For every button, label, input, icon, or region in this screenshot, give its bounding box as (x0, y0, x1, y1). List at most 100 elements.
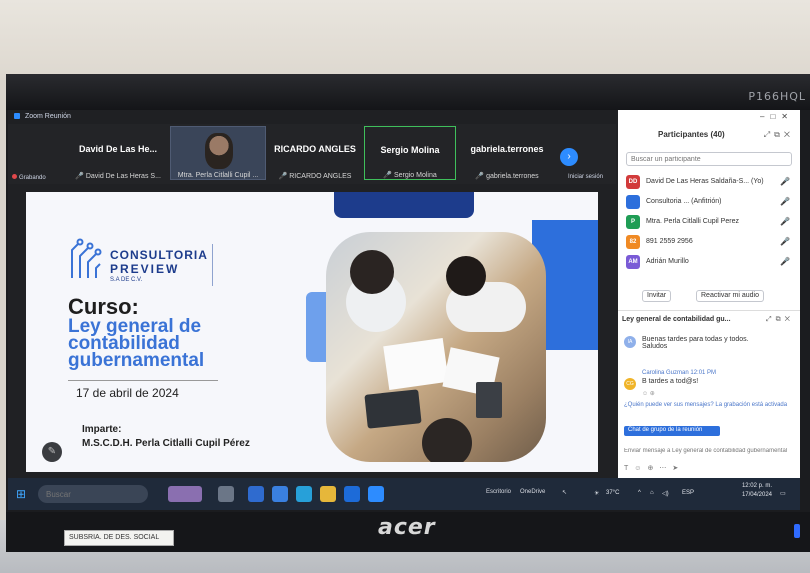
close-chat-icon[interactable]: ✕ (785, 316, 794, 323)
temperature[interactable]: 37°C (606, 490, 619, 496)
file-explorer-icon[interactable] (320, 486, 336, 502)
tile-caption: Mtra. Perla Citlalli Cupil ... (177, 172, 259, 179)
next-page-chevron-icon[interactable]: › (560, 148, 578, 166)
participant-tile[interactable]: gabriela.terrones 🎤 gabriela.terrones (460, 126, 554, 180)
chat-message: Carolina Guzman 12:01 PM CG B tardes a t… (624, 370, 794, 398)
desktop-label[interactable]: Escritorio (486, 489, 511, 495)
chat-title: Ley general de contabilidad gu... (622, 316, 731, 323)
reaction-icons[interactable]: ☺ ⊕ (642, 390, 655, 397)
mic-icon[interactable]: 🎤 (780, 217, 790, 226)
widget-icon[interactable] (168, 486, 202, 502)
participant-row[interactable]: P Mtra. Perla Citlalli Cupil Perez 🎤 (622, 212, 794, 232)
mic-muted-icon[interactable]: 🎤 (780, 257, 790, 266)
taskbar-clock[interactable]: 12:02 p. m. 17/04/2024 (742, 482, 772, 500)
participant-name: David De Las Heras Saldaña-S... (Yo) (646, 178, 764, 185)
tile-name: RICARDO ANGLES (274, 144, 356, 154)
tile-caption-text: RICARDO ANGLES (289, 173, 352, 180)
slide-course-title: Ley general de contabilidad gubernamenta… (68, 316, 205, 371)
participant-row[interactable]: DD David De Las Heras Saldaña-S... (Yo) … (622, 172, 794, 192)
recording-indicator: Grabando (12, 174, 46, 181)
more-icon[interactable]: ⋯ (659, 465, 672, 472)
participant-strip: David De Las He... 🎤 David De Las Heras S… (8, 124, 616, 184)
reactivate-audio-button[interactable]: Reactivar mi audio (696, 290, 764, 302)
participant-name: 891 2559 2956 (646, 238, 693, 245)
mic-muted-icon[interactable]: 🎤 (780, 177, 790, 186)
network-icon[interactable]: ⌂ (650, 490, 654, 496)
divider (68, 380, 218, 381)
participant-row[interactable]: 82 891 2559 2956 🎤 (622, 232, 794, 252)
side-panel: –□✕ Participantes (40) ⤢⧉✕ DD David De L… (618, 110, 800, 478)
store-icon[interactable] (248, 486, 264, 502)
monitor-sticker: SUBSRIA. DE DES. SOCIAL (64, 530, 174, 546)
task-view-icon[interactable] (218, 486, 234, 502)
participant-search-input[interactable] (626, 152, 792, 166)
window-title: Zoom Reunión (24, 113, 71, 120)
edge-icon[interactable] (296, 486, 312, 502)
mic-muted-icon[interactable]: 🎤 (780, 237, 790, 246)
record-dot-icon (12, 174, 17, 179)
participant-tile[interactable]: David De Las He... 🎤 David De Las Heras S… (68, 126, 168, 180)
windows-taskbar: ⊞ Escritorio OneDrive ↖ ☀ 37°C ^ ⌂ ◁) ES… (8, 478, 800, 510)
participant-row[interactable]: AM Adrián Murillo 🎤 (622, 252, 794, 272)
taskbar-search-input[interactable] (38, 485, 148, 503)
notification-icon[interactable]: ▭ (780, 490, 786, 497)
participant-tile[interactable]: RICARDO ANGLES 🎤 RICARDO ANGLES (270, 126, 360, 180)
mic-muted-icon: 🎤 (75, 173, 84, 180)
mail-icon[interactable] (272, 486, 288, 502)
logo-divider (212, 244, 213, 286)
expand-icon[interactable]: ⤢ (764, 130, 774, 139)
invite-button[interactable]: Invitar (642, 290, 672, 302)
close-panel-icon[interactable]: ✕ (784, 130, 794, 139)
popout-icon[interactable]: ⧉ (774, 130, 784, 139)
participant-name: Consultoria ... (Anfitrión) (646, 198, 722, 205)
logo-subtext: S.A DE C.V. (110, 277, 143, 283)
tile-caption-text: David De Las Heras S... (85, 173, 161, 180)
participant-tile-speaking[interactable]: Sergio Molina 🎤 Sergio Molina (364, 126, 456, 180)
mic-muted-icon[interactable]: 🎤 (780, 197, 790, 206)
screen: Zoom Reunión David De Las He... 🎤 David D… (8, 110, 800, 510)
participants-title: Participantes (40) (658, 130, 725, 139)
annotate-pen-icon[interactable]: ✎ (42, 442, 62, 462)
zoom-taskbar-icon[interactable] (368, 486, 384, 502)
participant-tile-video[interactable]: Mtra. Perla Citlalli Cupil ... (170, 126, 266, 180)
tile-name: gabriela.terrones (470, 144, 544, 154)
chat-message-text: Buenas tardes para todas y todos. Saludo… (642, 336, 749, 350)
clock-date: 17/04/2024 (741, 492, 772, 498)
tile-caption: 🎤 RICARDO ANGLES (270, 172, 360, 180)
outlook-icon[interactable] (344, 486, 360, 502)
tray-chevron-icon[interactable]: ^ (638, 490, 641, 496)
maximize-icon[interactable]: □ (770, 112, 781, 121)
format-icon[interactable]: T (624, 465, 634, 472)
participant-video-face (205, 133, 233, 169)
room-wall (0, 0, 810, 80)
volume-icon[interactable]: ◁) (662, 490, 669, 497)
logo-text: CONSULTORIA (110, 248, 208, 262)
close-icon[interactable]: ✕ (781, 112, 794, 121)
monitor-brand-logo: acer (378, 515, 436, 540)
windows-start-icon[interactable]: ⊞ (16, 487, 30, 501)
language[interactable]: ESP (682, 490, 694, 496)
window-controls: –□✕ (760, 112, 794, 121)
participant-row[interactable]: Consultoria ... (Anfitrión) 🎤 (622, 192, 794, 212)
send-icon[interactable]: ➤ (672, 465, 684, 472)
attach-icon[interactable]: ⊕ (647, 465, 659, 472)
power-led-icon (794, 524, 800, 538)
shared-slide: CONSULTORIA PREVIEW S.A DE C.V. Curso: L… (26, 192, 598, 472)
emoji-icon[interactable]: ☺ (634, 465, 647, 472)
recording-label: Grabando (19, 175, 46, 181)
monitor-model-label: P166HQL (748, 90, 806, 103)
weather-icon[interactable]: ☀ (594, 490, 599, 497)
slide-instructor: M.S.C.D.H. Perla Citlalli Cupil Pérez (82, 438, 250, 449)
minimize-icon[interactable]: – (760, 112, 770, 121)
chat-message-sender: Carolina Guzman 12:01 PM (642, 370, 717, 376)
tile-caption-text: gabriela.terrones (486, 173, 539, 180)
chat-message-input[interactable] (624, 442, 794, 460)
popout-icon[interactable]: ⧉ (776, 316, 785, 323)
tile-caption: 🎤 gabriela.terrones (460, 172, 554, 180)
expand-icon[interactable]: ⤢ (766, 316, 776, 323)
onedrive-label[interactable]: OneDrive (520, 489, 545, 495)
tile-name: David De Las He... (78, 144, 158, 154)
monitor-top-bezel: P166HQL (6, 74, 810, 110)
chat-recipient-dropdown[interactable]: Chat de grupo de la reunión (624, 426, 720, 436)
leave-link[interactable]: Iniciar sesión (568, 174, 603, 180)
